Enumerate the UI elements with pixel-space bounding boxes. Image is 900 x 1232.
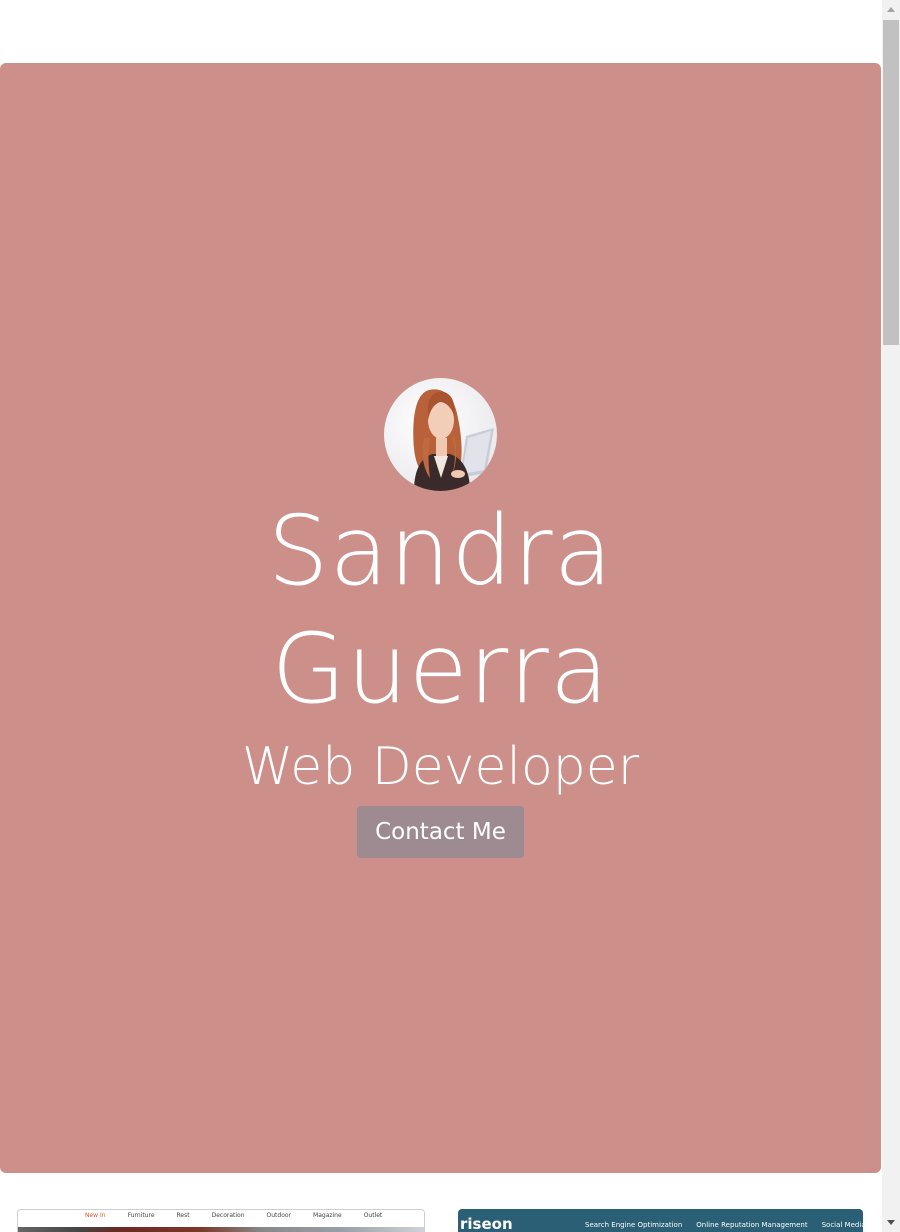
portfolio-thumb-riseon[interactable]: riseon Search Engine Optimization Online… (458, 1209, 863, 1232)
avatar-illustration (413, 389, 494, 491)
thumb-nav-item: Rest (176, 1212, 190, 1219)
thumb-nav-item: New In (85, 1212, 106, 1219)
thumb-nav-item: Furniture (127, 1212, 155, 1219)
portfolio-page: Sandra Guerra Web Developer Contact Me N… (0, 0, 882, 1232)
thumb-nav-item: Magazine (313, 1212, 342, 1219)
hero-name: Sandra Guerra (0, 492, 881, 728)
thumb-brand-logo: riseon (460, 1215, 513, 1232)
hero-last-name: Guerra (271, 613, 610, 725)
portfolio-thumb-furniture[interactable]: New In Furniture Rest Decoration Outdoor… (17, 1209, 425, 1232)
hero-role: Web Developer (241, 737, 640, 797)
vertical-scrollbar[interactable] (882, 0, 900, 1232)
hero-first-name: Sandra (267, 495, 614, 607)
contact-me-button[interactable]: Contact Me (357, 806, 524, 858)
scroll-up-arrow-icon[interactable] (882, 0, 900, 20)
thumb-nav-item: Outlet (363, 1212, 383, 1219)
thumb-link: Online Reputation Management (696, 1221, 808, 1229)
thumb-nav: New In Furniture Rest Decoration Outdoor… (18, 1210, 424, 1222)
thumb-link: Search Engine Optimization (585, 1221, 683, 1229)
avatar (384, 378, 497, 491)
thumb-hero-photo (18, 1227, 424, 1232)
thumb-link: Social Media Mark (821, 1221, 863, 1229)
scrollbar-thumb[interactable] (883, 20, 899, 345)
scroll-down-arrow-icon[interactable] (882, 1212, 900, 1232)
thumb-links: Search Engine Optimization Online Reputa… (585, 1218, 863, 1232)
thumb-nav-item: Decoration (211, 1212, 245, 1219)
thumb-nav-item: Outdoor (266, 1212, 292, 1219)
